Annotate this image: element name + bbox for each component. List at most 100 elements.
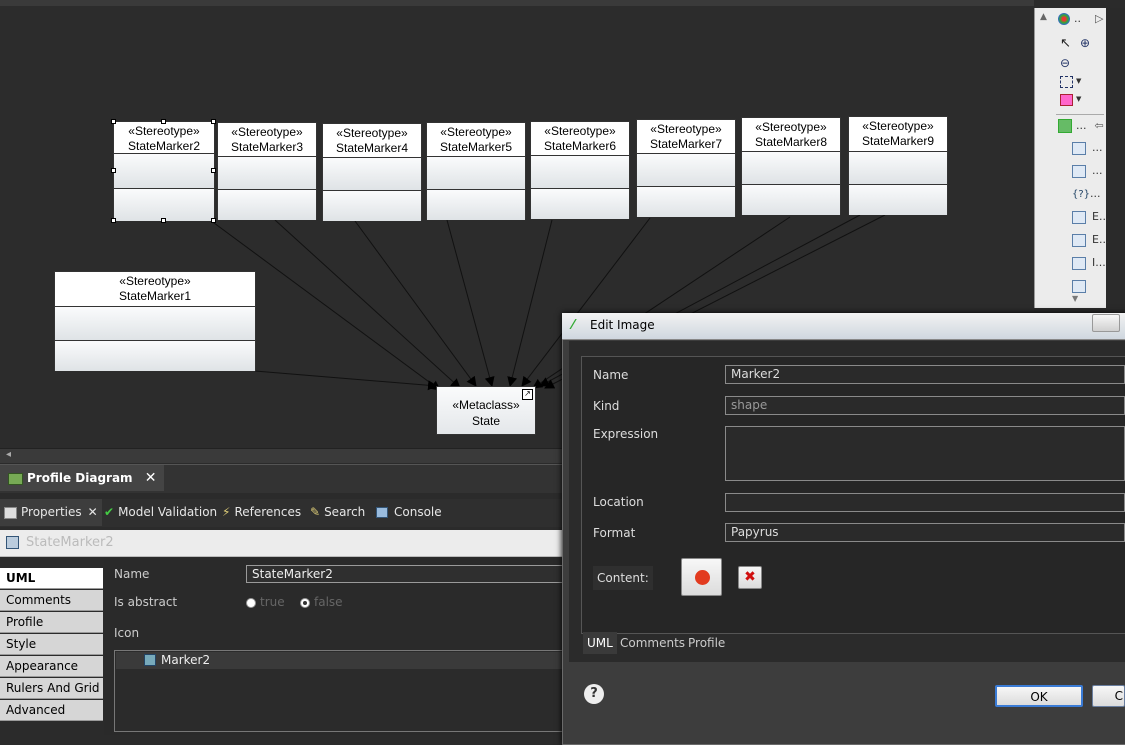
- dialog-tab-comments[interactable]: Comments: [616, 632, 689, 654]
- palette-item[interactable]: I...: [1072, 256, 1106, 270]
- palette-drawer-label: ...: [1076, 119, 1087, 132]
- operation-compartment[interactable]: [323, 191, 421, 221]
- stereotype-keyword: «Stereotype»: [650, 122, 722, 136]
- scroll-left-icon[interactable]: ◂: [6, 449, 11, 460]
- content-preview-button[interactable]: [681, 558, 722, 596]
- dialog-format-field[interactable]: Papyrus: [725, 523, 1125, 542]
- dialog-tab-uml[interactable]: UML: [583, 632, 617, 654]
- operation-compartment[interactable]: [218, 190, 316, 220]
- stereotype-box[interactable]: «Stereotype» StateMarker3: [217, 122, 317, 220]
- scroll-down-icon[interactable]: ▼: [1072, 294, 1078, 303]
- dialog-location-field[interactable]: [725, 493, 1125, 512]
- scroll-up-icon[interactable]: ▲: [1040, 12, 1047, 22]
- resize-handle[interactable]: [211, 168, 216, 173]
- palette-item[interactable]: E...: [1072, 210, 1109, 224]
- delete-content-button[interactable]: ✖: [738, 566, 762, 589]
- resize-handle[interactable]: [161, 119, 166, 124]
- ok-button[interactable]: OK: [995, 685, 1083, 707]
- tab-model-validation[interactable]: ✔ Model Validation: [104, 499, 217, 526]
- stereotype-box[interactable]: «Stereotype» StateMarker2: [113, 121, 215, 221]
- name-field[interactable]: StateMarker2: [246, 565, 566, 583]
- dialog-kind-field[interactable]: shape: [725, 396, 1125, 415]
- stereotype-box[interactable]: «Stereotype» StateMarker1: [54, 271, 256, 371]
- attribute-compartment[interactable]: [427, 157, 525, 190]
- connection-icon[interactable]: [1060, 94, 1073, 106]
- stereotype-box[interactable]: «Stereotype» StateMarker7: [636, 119, 736, 217]
- palette-item-label: ...: [1092, 164, 1103, 177]
- resize-handle[interactable]: [211, 119, 216, 124]
- resize-handle[interactable]: [211, 218, 216, 223]
- minimize-icon[interactable]: [1092, 314, 1120, 332]
- zoom-in-icon[interactable]: ⊕: [1080, 36, 1090, 50]
- attribute-compartment[interactable]: [114, 154, 214, 189]
- metaclass-box[interactable]: «Metaclass» State ↗: [436, 386, 536, 435]
- palette-item[interactable]: [1072, 279, 1104, 295]
- dialog-tab-profile[interactable]: Profile: [684, 632, 729, 654]
- radio-button[interactable]: [246, 597, 256, 608]
- tab-search[interactable]: ✎ Search: [310, 499, 365, 526]
- palette-drawer[interactable]: ... ⇦: [1058, 119, 1104, 133]
- operation-compartment[interactable]: [427, 190, 525, 220]
- attribute-compartment[interactable]: [218, 157, 316, 190]
- attribute-compartment[interactable]: [531, 156, 629, 189]
- stereotype-box[interactable]: «Stereotype» StateMarker9: [848, 116, 948, 215]
- select-arrow-icon[interactable]: ↖: [1060, 36, 1071, 51]
- tab-references[interactable]: ⚡ References: [222, 499, 301, 526]
- operation-compartment[interactable]: [531, 189, 629, 219]
- stereotype-box[interactable]: «Stereotype» StateMarker5: [426, 122, 526, 220]
- stereotype-box[interactable]: «Stereotype» StateMarker6: [530, 121, 630, 219]
- attribute-compartment[interactable]: [323, 158, 421, 191]
- attribute-compartment[interactable]: [55, 307, 255, 341]
- marquee-icon[interactable]: [1060, 76, 1073, 88]
- tab-profile-diagram[interactable]: Profile Diagram ✕: [0, 465, 165, 491]
- cancel-button[interactable]: C: [1092, 685, 1125, 707]
- operation-compartment[interactable]: [637, 187, 735, 217]
- close-icon[interactable]: ✕: [145, 470, 157, 486]
- dialog-title-bar[interactable]: ⁄ Edit Image: [562, 313, 1125, 340]
- help-icon[interactable]: ?: [584, 684, 604, 704]
- collapse-icon[interactable]: ⇦: [1095, 119, 1104, 132]
- list-item[interactable]: Marker2: [116, 652, 564, 669]
- palette-item[interactable]: E...: [1072, 233, 1109, 247]
- palette-item[interactable]: ...: [1072, 164, 1103, 178]
- palette-tools[interactable]: ↖ ⊕ ⊖ ▼ ▼: [1058, 36, 1104, 112]
- tab-console[interactable]: Console: [376, 499, 442, 526]
- tab-properties[interactable]: Properties ✕: [0, 499, 102, 526]
- side-tab-comments[interactable]: Comments: [0, 590, 103, 611]
- operation-compartment[interactable]: [849, 185, 947, 215]
- resize-handle[interactable]: [111, 168, 116, 173]
- attribute-compartment[interactable]: [849, 152, 947, 185]
- operation-compartment[interactable]: [742, 185, 840, 215]
- constraint-icon: {?}: [1072, 189, 1091, 200]
- operation-compartment[interactable]: [55, 341, 255, 371]
- side-tab-rulers-and-grid[interactable]: Rulers And Grid: [0, 678, 103, 699]
- stereotype-box[interactable]: «Stereotype» StateMarker8: [741, 117, 841, 215]
- radio-button[interactable]: [300, 597, 310, 608]
- side-tab-appearance[interactable]: Appearance: [0, 656, 103, 677]
- abstract-true-radio[interactable]: true: [246, 595, 285, 609]
- chevron-down-icon[interactable]: ▼: [1076, 77, 1081, 85]
- stereotype-box[interactable]: «Stereotype» StateMarker4: [322, 123, 422, 221]
- resize-handle[interactable]: [111, 119, 116, 124]
- palette-header[interactable]: .. ▷: [1058, 12, 1103, 25]
- list-item-label: Marker2: [161, 653, 211, 667]
- palette-item[interactable]: ...: [1072, 141, 1103, 155]
- resize-handle[interactable]: [161, 218, 166, 223]
- side-tab-advanced[interactable]: Advanced: [0, 700, 103, 721]
- dialog-name-field[interactable]: Marker2: [725, 365, 1125, 384]
- triangle-right-icon[interactable]: ▷: [1095, 12, 1103, 25]
- chevron-down-icon[interactable]: ▼: [1076, 95, 1081, 103]
- operation-compartment[interactable]: [114, 189, 214, 221]
- side-tab-profile[interactable]: Profile: [0, 612, 103, 633]
- abstract-false-radio[interactable]: false: [300, 595, 343, 609]
- palette-scrollbar[interactable]: [1106, 8, 1125, 308]
- resize-handle[interactable]: [111, 218, 116, 223]
- attribute-compartment[interactable]: [637, 154, 735, 187]
- side-tab-style[interactable]: Style: [0, 634, 103, 655]
- attribute-compartment[interactable]: [742, 152, 840, 185]
- side-tab-uml[interactable]: UML: [0, 568, 103, 589]
- dialog-expression-field[interactable]: [725, 426, 1125, 481]
- palette-item[interactable]: {?}...: [1072, 187, 1101, 200]
- zoom-out-icon[interactable]: ⊖: [1060, 56, 1070, 70]
- close-icon[interactable]: ✕: [88, 505, 98, 519]
